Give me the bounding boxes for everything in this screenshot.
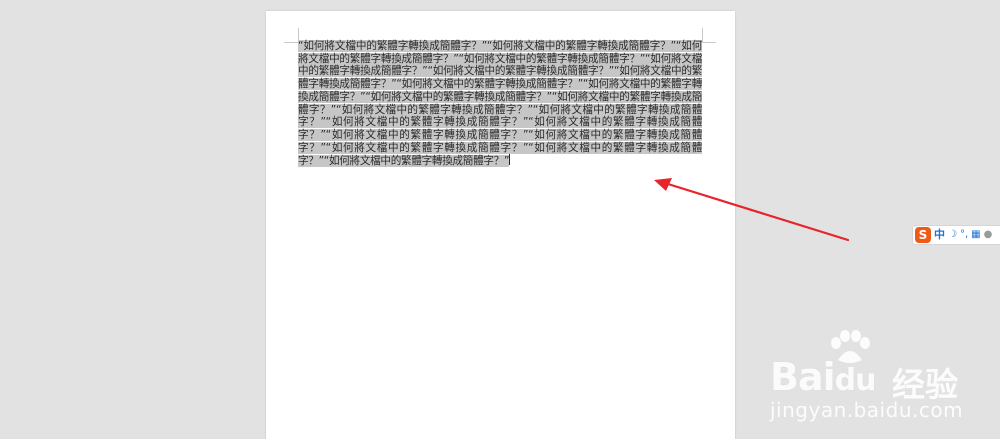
keyboard-icon[interactable]: ▦: [971, 227, 980, 243]
sogou-logo-icon[interactable]: S: [915, 227, 931, 243]
ime-mode-toggle[interactable]: 中: [934, 227, 945, 243]
watermark-url: jingyan.baidu.com: [770, 398, 964, 422]
app-window: “如何將文檔中的繁體字轉換成簡體字？”“如何將文檔中的繁體字轉換成簡體字？”“如…: [0, 0, 1000, 439]
ime-toolbar[interactable]: S 中 ☽ °, ▦ ●: [912, 225, 1000, 245]
watermark-brand: Baidu: [770, 355, 876, 399]
punctuation-icon[interactable]: °,: [960, 227, 968, 243]
moon-icon[interactable]: ☽: [948, 227, 957, 243]
baidu-jingyan-watermark: Baidu 经验 jingyan.baidu.com: [770, 330, 1000, 430]
user-icon[interactable]: ●: [984, 227, 993, 243]
